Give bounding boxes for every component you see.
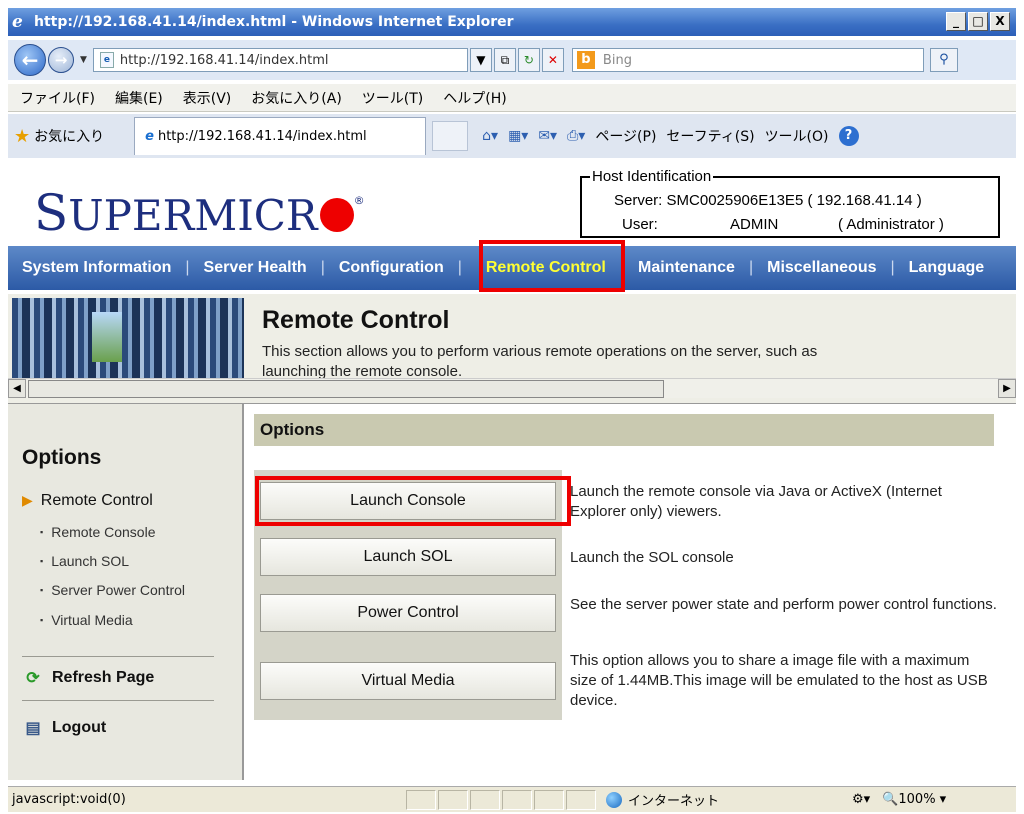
nav-maintenance[interactable]: Maintenance: [624, 259, 749, 277]
window-title-bar[interactable]: e http://192.168.41.14/index.html - Wind…: [8, 8, 1016, 36]
nav-configuration[interactable]: Configuration: [325, 259, 458, 277]
refresh-page-link[interactable]: ⟳ Refresh Page: [22, 668, 154, 688]
security-zone: インターネット: [606, 790, 846, 809]
menu-view[interactable]: 表示(V): [183, 88, 232, 108]
compat-view-icon[interactable]: ⧉: [493, 48, 516, 72]
menu-file[interactable]: ファイル(F): [20, 88, 95, 108]
zoom-control[interactable]: 🔍100% ▾: [882, 792, 946, 807]
section-description: This section allows you to perform vario…: [262, 343, 818, 378]
mail-icon[interactable]: ✉▾: [538, 128, 557, 144]
virtual-media-description: This option allows you to share a image …: [570, 652, 988, 709]
horizontal-scrollbar[interactable]: ◀ ▶: [8, 378, 1016, 398]
host-legend: Host Identification: [590, 168, 714, 185]
launch-console-highlight: [255, 476, 571, 526]
scroll-left-icon[interactable]: ◀: [8, 379, 26, 398]
host-identification: Host Identification Server: SMC0025906E1…: [580, 168, 1000, 238]
nav-language[interactable]: Language: [895, 259, 999, 277]
sidebar-title: Options: [22, 446, 102, 469]
window-title: http://192.168.41.14/index.html - Window…: [34, 14, 514, 30]
server-info: Server: SMC0025906E13E5 ( 192.168.41.14 …: [614, 192, 922, 209]
page-icon: e: [99, 52, 114, 68]
nav-system-information[interactable]: System Information: [8, 259, 185, 277]
section-title: Remote Control: [262, 306, 450, 334]
page-content: SUPERMICR ® Host Identification Server: S…: [8, 160, 1016, 780]
logo-dot: [319, 198, 354, 232]
sidebar-section-remote-control[interactable]: ▶ Remote Control: [22, 492, 153, 510]
help-icon[interactable]: ?: [838, 126, 859, 146]
sidebar-item-virtual-media[interactable]: Virtual Media: [40, 612, 132, 628]
search-placeholder: Bing: [602, 52, 632, 68]
refresh-icon[interactable]: ↻: [517, 48, 540, 72]
menu-help[interactable]: ヘルプ(H): [443, 88, 506, 108]
options-sidebar: Options ▶Remote Control Remote Console L…: [8, 404, 244, 780]
url-text: http://192.168.41.14/index.html: [119, 52, 329, 68]
url-dropdown-button[interactable]: ▼: [469, 48, 492, 72]
user-name: ADMIN: [730, 216, 779, 233]
favorites-label[interactable]: お気に入り: [34, 126, 104, 146]
scroll-right-icon[interactable]: ▶: [998, 379, 1016, 398]
refresh-icon: ⟳: [26, 670, 40, 687]
logout-link[interactable]: ▤ Logout: [22, 718, 106, 738]
menu-edit[interactable]: 編集(E): [115, 88, 163, 108]
back-button[interactable]: ←: [14, 44, 46, 76]
search-input[interactable]: b Bing: [571, 48, 924, 72]
power-control-button[interactable]: Power Control: [260, 594, 556, 632]
page-menu[interactable]: ページ(P): [595, 126, 656, 146]
command-bar: ⌂▾ ▦▾ ✉▾ ⎙▾ ページ(P) セーフティ(S) ツール(O) ?: [482, 126, 859, 146]
safety-menu[interactable]: セーフティ(S): [666, 126, 754, 146]
launch-sol-button[interactable]: Launch SOL: [260, 538, 556, 576]
menu-bar: ファイル(F) 編集(E) 表示(V) お気に入り(A) ツール(T) ヘルプ(…: [8, 84, 1016, 112]
tools-menu[interactable]: ツール(O): [765, 126, 829, 146]
launch-console-description: Launch the remote console via Java or Ac…: [570, 483, 942, 520]
sidebar-divider: [22, 700, 214, 701]
user-label: User:: [622, 216, 658, 233]
virtual-media-button[interactable]: Virtual Media: [260, 662, 556, 700]
menu-favorites[interactable]: お気に入り(A): [251, 88, 342, 108]
history-dropdown-icon[interactable]: ▼: [80, 55, 87, 65]
sidebar-item-remote-console[interactable]: Remote Console: [40, 524, 155, 540]
feeds-icon[interactable]: ▦▾: [508, 128, 528, 144]
globe-icon: [606, 792, 622, 808]
server-room-image: [12, 298, 244, 378]
supermicro-logo: SUPERMICR ®: [34, 184, 365, 242]
stop-icon[interactable]: ✕: [541, 48, 564, 72]
sidebar-item-launch-sol[interactable]: Launch SOL: [40, 553, 129, 569]
print-icon[interactable]: ⎙▾: [567, 128, 585, 144]
window-controls: _ □ X: [946, 12, 1010, 31]
ie-logo-icon: e: [12, 12, 23, 32]
bing-icon: b: [576, 51, 595, 69]
close-button[interactable]: X: [990, 12, 1010, 31]
options-header: Options: [254, 414, 994, 446]
menu-tools[interactable]: ツール(T): [362, 88, 423, 108]
maximize-button[interactable]: □: [968, 12, 988, 31]
status-bar: javascript:void(0) インターネット ⚙▾ 🔍100% ▾: [8, 786, 1016, 812]
sidebar-divider: [22, 656, 214, 657]
browser-tab[interactable]: e http://192.168.41.14/index.html: [134, 117, 427, 155]
launch-sol-description: Launch the SOL console: [570, 549, 734, 566]
minimize-button[interactable]: _: [946, 12, 966, 31]
protected-mode-icon[interactable]: ⚙▾: [852, 792, 870, 807]
triangle-right-icon: ▶: [22, 492, 33, 508]
favorites-star-icon[interactable]: ★: [14, 126, 30, 147]
url-input[interactable]: e http://192.168.41.14/index.html: [92, 48, 468, 72]
home-icon[interactable]: ⌂▾: [482, 128, 498, 144]
sidebar-item-server-power-control[interactable]: Server Power Control: [40, 582, 185, 598]
logout-icon: ▤: [25, 720, 41, 737]
power-control-description: See the server power state and perform p…: [570, 596, 997, 613]
forward-button[interactable]: →: [48, 47, 74, 73]
status-text: javascript:void(0): [12, 792, 126, 807]
tab-title: http://192.168.41.14/index.html: [157, 129, 367, 144]
options-panel: Options Launch Console Launch SOL Power …: [246, 404, 1016, 780]
nav-miscellaneous[interactable]: Miscellaneous: [753, 259, 890, 277]
tab-ie-icon: e: [145, 129, 154, 144]
scroll-thumb[interactable]: [28, 380, 664, 398]
search-icon[interactable]: ⚲: [929, 48, 958, 72]
new-tab-button[interactable]: [432, 121, 469, 151]
nav-server-health[interactable]: Server Health: [190, 259, 321, 277]
address-bar: ← → ▼ e http://192.168.41.14/index.html …: [8, 40, 1016, 80]
favorites-bar: ★ お気に入り e http://192.168.41.14/index.htm…: [8, 114, 1016, 158]
user-role: ( Administrator ): [838, 216, 944, 233]
remote-control-highlight: [479, 240, 625, 292]
section-banner: Remote Control This section allows you t…: [8, 294, 1016, 404]
